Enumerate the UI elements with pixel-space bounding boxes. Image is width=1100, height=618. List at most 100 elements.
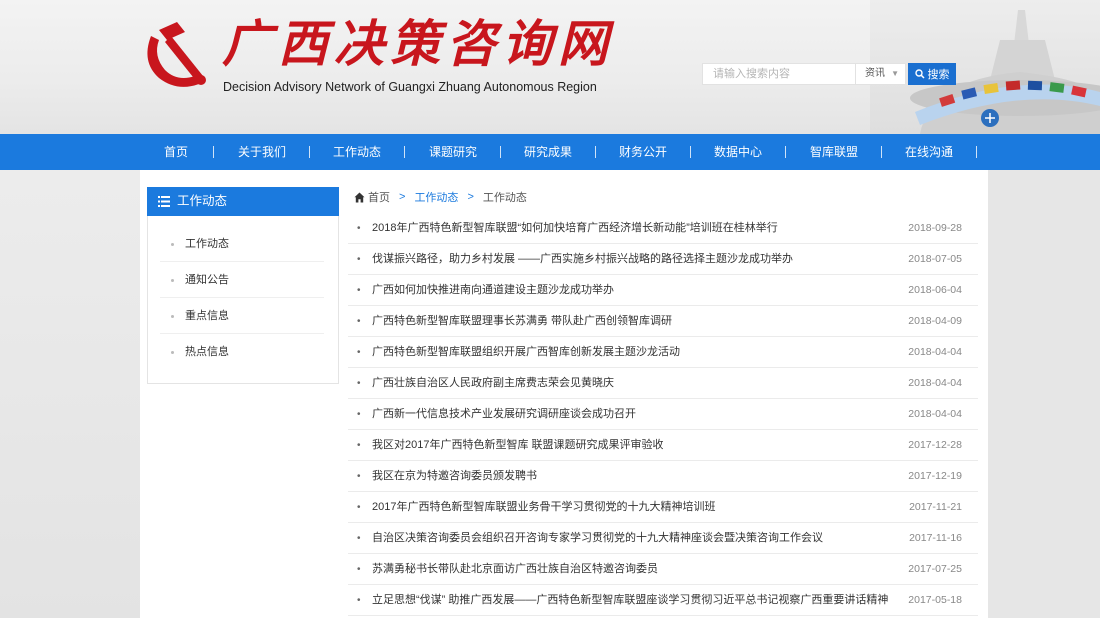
bullet-icon <box>171 315 174 318</box>
article-date: 2018-04-04 <box>908 408 962 420</box>
article-title[interactable]: 我区对2017年广西特色新型智库 联盟课题研究成果评审验收 <box>372 430 664 461</box>
bullet-icon <box>171 351 174 354</box>
sidebar-item-hot-info[interactable]: 热点信息 <box>160 334 324 370</box>
bullet-icon: • <box>357 285 361 296</box>
breadcrumb-separator: > <box>467 191 474 203</box>
nav-item-research-results[interactable]: 研究成果 <box>519 134 577 170</box>
breadcrumb-home[interactable]: 首页 <box>368 189 390 205</box>
nav-separator <box>404 146 405 158</box>
list-item[interactable]: • 广西特色新型智库联盟理事长苏满勇 带队赴广西创领智库调研 2018-04-09 <box>348 306 978 337</box>
article-title[interactable]: 伐谋振兴路径，助力乡村发展 ——广西实施乡村振兴战略的路径选择主题沙龙成功举办 <box>372 244 793 275</box>
article-title[interactable]: 2018年广西特色新型智库联盟“如何加快培育广西经济增长新动能”培训班在桂林举行 <box>372 213 778 244</box>
article-date: 2017-07-25 <box>908 563 962 575</box>
article-title[interactable]: 自治区决策咨询委员会组织召开咨询专家学习贯彻党的十九大精神座谈会暨决策咨询工作会… <box>372 523 823 554</box>
article-date: 2018-07-05 <box>908 253 962 265</box>
article-date: 2018-04-04 <box>908 377 962 389</box>
breadcrumb-separator: > <box>399 191 406 203</box>
sidebar-item-label: 重点信息 <box>185 310 229 322</box>
bullet-icon: • <box>357 378 361 389</box>
site-logo-title[interactable]: 广西决策咨询网 <box>222 14 614 74</box>
list-item[interactable]: • 广西新一代信息技术产业发展研究调研座谈会成功召开 2018-04-04 <box>348 399 978 430</box>
list-item[interactable]: • 我区在京为特邀咨询委员颁发聘书 2017-12-19 <box>348 461 978 492</box>
bullet-icon: • <box>357 409 361 420</box>
sidebar-item-label: 通知公告 <box>185 274 229 286</box>
list-item[interactable]: • 自治区决策咨询委员会组织召开咨询专家学习贯彻党的十九大精神座谈会暨决策咨询工作… <box>348 523 978 554</box>
nav-item-finance[interactable]: 财务公开 <box>614 134 672 170</box>
bullet-icon <box>171 243 174 246</box>
sidebar-item-notices[interactable]: 通知公告 <box>160 262 324 298</box>
nav-item-about[interactable]: 关于我们 <box>233 134 291 170</box>
article-title[interactable]: 广西特色新型智库联盟组织开展广西智库创新发展主题沙龙活动 <box>372 337 680 368</box>
list-item[interactable]: • 2018年广西特色新型智库联盟“如何加快培育广西经济增长新动能”培训班在桂林举… <box>348 213 978 244</box>
bullet-icon: • <box>357 316 361 327</box>
article-date: 2018-09-28 <box>908 222 962 234</box>
article-date: 2017-11-21 <box>909 501 962 513</box>
sidebar-title: 工作动态 <box>177 194 228 208</box>
list-item[interactable]: • 苏满勇秘书长带队赴北京面访广西壮族自治区特邀咨询委员 2017-07-25 <box>348 554 978 585</box>
list-item[interactable]: • 广西壮族自治区人民政府副主席费志荣会见黄晓庆 2018-04-04 <box>348 368 978 399</box>
article-title[interactable]: 广西特色新型智库联盟理事长苏满勇 带队赴广西创领智库调研 <box>372 306 672 337</box>
nav-item-work-news[interactable]: 工作动态 <box>328 134 386 170</box>
nav-separator <box>976 146 977 158</box>
article-title[interactable]: 立足思想“伐谋” 助推广西发展——广西特色新型智库联盟座谈学习贯彻习近平总书记视… <box>372 585 888 616</box>
nav-item-research-topics[interactable]: 课题研究 <box>424 134 482 170</box>
nav-separator <box>881 146 882 158</box>
search-input[interactable] <box>702 63 856 85</box>
search-icon <box>914 69 925 79</box>
breadcrumb-level1[interactable]: 工作动态 <box>414 189 458 205</box>
breadcrumb: 首页 > 工作动态 > 工作动态 <box>354 188 527 206</box>
menu-icon <box>158 196 170 207</box>
bullet-icon: • <box>357 502 361 513</box>
bullet-icon: • <box>357 440 361 451</box>
nav-separator <box>595 146 596 158</box>
nav-item-think-tank[interactable]: 智库联盟 <box>805 134 863 170</box>
nav-item-home[interactable]: 首页 <box>152 134 200 170</box>
bullet-icon: • <box>357 254 361 265</box>
home-icon <box>354 192 365 202</box>
search-category-label: 资讯 <box>865 68 885 79</box>
article-date: 2018-06-04 <box>908 284 962 296</box>
article-title[interactable]: 2017年广西特色新型智库联盟业务骨干学习贯彻党的十九大精神培训班 <box>372 492 715 523</box>
article-title[interactable]: 我区在京为特邀咨询委员颁发聘书 <box>372 461 537 492</box>
nav-item-online-contact[interactable]: 在线沟通 <box>900 134 958 170</box>
nav-separator <box>500 146 501 158</box>
article-date: 2018-04-09 <box>908 315 962 327</box>
list-item[interactable]: • 广西如何加快推进南向通道建设主题沙龙成功举办 2018-06-04 <box>348 275 978 306</box>
search-category-select[interactable]: 资讯 ▼ <box>856 63 906 85</box>
nav-item-data-center[interactable]: 数据中心 <box>709 134 767 170</box>
article-title[interactable]: 广西如何加快推进南向通道建设主题沙龙成功举办 <box>372 275 614 306</box>
nav-separator <box>213 146 214 158</box>
article-date: 2017-12-28 <box>908 439 962 451</box>
sidebar-item-work-news[interactable]: 工作动态 <box>160 226 324 262</box>
bullet-icon: • <box>357 223 361 234</box>
search-button[interactable]: 搜索 <box>908 63 956 85</box>
nav-separator <box>309 146 310 158</box>
article-title[interactable]: 广西新一代信息技术产业发展研究调研座谈会成功召开 <box>372 399 636 430</box>
bullet-icon: • <box>357 564 361 575</box>
sidebar-header: 工作动态 <box>147 187 339 216</box>
hammer-sickle-icon <box>147 22 206 87</box>
site-logo-subtitle: Decision Advisory Network of Guangxi Zhu… <box>223 80 597 94</box>
main-nav: 首页 关于我们 工作动态 课题研究 研究成果 财务公开 数据中心 智库联盟 在线… <box>0 134 1100 170</box>
breadcrumb-current: 工作动态 <box>482 192 527 204</box>
background-right <box>988 170 1100 618</box>
article-list: • 2018年广西特色新型智库联盟“如何加快培育广西经济增长新动能”培训班在桂林举… <box>348 213 978 616</box>
list-item[interactable]: • 我区对2017年广西特色新型智库 联盟课题研究成果评审验收 2017-12-28 <box>348 430 978 461</box>
article-date: 2018-04-04 <box>908 346 962 358</box>
site-header: 广西决策咨询网 Decision Advisory Network of Gua… <box>0 0 1100 134</box>
list-item[interactable]: • 广西特色新型智库联盟组织开展广西智库创新发展主题沙龙活动 2018-04-04 <box>348 337 978 368</box>
article-date: 2017-12-19 <box>908 470 962 482</box>
article-title[interactable]: 苏满勇秘书长带队赴北京面访广西壮族自治区特邀咨询委员 <box>372 554 658 585</box>
list-item[interactable]: • 立足思想“伐谋” 助推广西发展——广西特色新型智库联盟座谈学习贯彻习近平总书记… <box>348 585 978 616</box>
bullet-icon: • <box>357 347 361 358</box>
nav-separator <box>690 146 691 158</box>
list-item[interactable]: • 伐谋振兴路径，助力乡村发展 ——广西实施乡村振兴战略的路径选择主题沙龙成功举办… <box>348 244 978 275</box>
bullet-icon: • <box>357 533 361 544</box>
sidebar-item-key-info[interactable]: 重点信息 <box>160 298 324 334</box>
article-date: 2017-05-18 <box>908 594 962 606</box>
bullet-icon <box>171 279 174 282</box>
list-item[interactable]: • 2017年广西特色新型智库联盟业务骨干学习贯彻党的十九大精神培训班 2017-1… <box>348 492 978 523</box>
article-title[interactable]: 广西壮族自治区人民政府副主席费志荣会见黄晓庆 <box>372 368 614 399</box>
sidebar-item-label: 热点信息 <box>185 346 229 358</box>
sidebar-item-label: 工作动态 <box>185 238 229 250</box>
